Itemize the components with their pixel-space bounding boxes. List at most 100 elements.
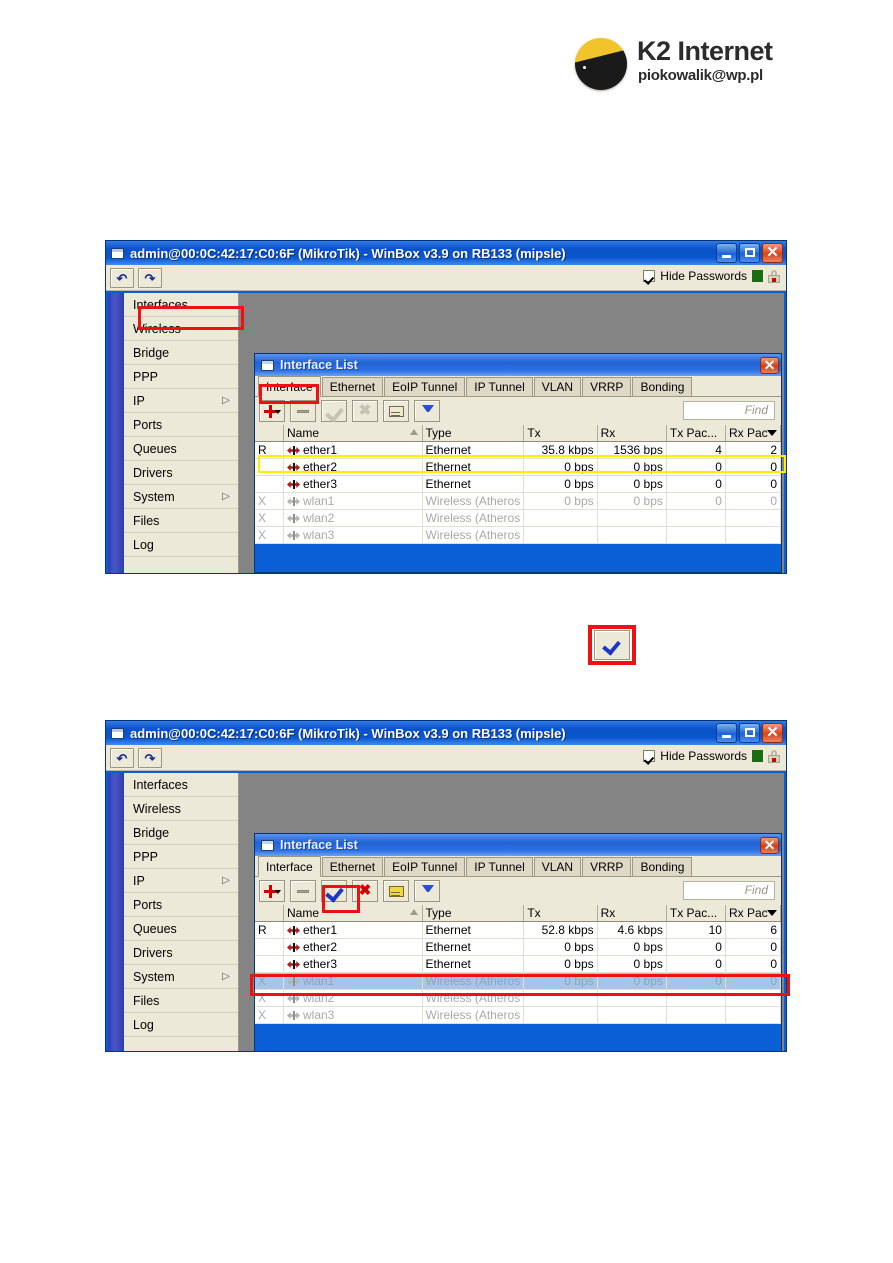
sidebar-item-drivers[interactable]: Drivers [124, 461, 238, 485]
hide-passwords-checkbox[interactable] [643, 270, 656, 282]
chevron-down-icon[interactable] [767, 910, 777, 916]
remove-interface-button[interactable] [290, 400, 316, 422]
sidebar-item-ppp[interactable]: PPP [124, 365, 238, 389]
sidebar-item-wireless[interactable]: Wireless [124, 797, 238, 821]
enable-interface-button[interactable] [321, 400, 347, 423]
sidebar-item-log[interactable]: Log [124, 1013, 238, 1037]
add-interface-button[interactable] [259, 880, 285, 902]
table-row[interactable]: X wlan1 Wireless (Atheros AR5... 0 bps 0… [255, 972, 782, 990]
tab-ethernet[interactable]: Ethernet [321, 857, 384, 876]
sidebar-item-bridge[interactable]: Bridge [124, 821, 238, 845]
tab-ip-tunnel[interactable]: IP Tunnel [466, 857, 533, 876]
add-interface-button[interactable] [259, 400, 285, 422]
sidebar-item-wireless[interactable]: Wireless [124, 317, 238, 341]
column-type[interactable]: Type [422, 425, 525, 442]
column-flag[interactable] [255, 425, 284, 442]
maximize-button[interactable] [739, 723, 760, 743]
enable-button[interactable] [594, 630, 630, 660]
chevron-down-icon[interactable] [767, 430, 777, 436]
column-tx[interactable]: Tx [523, 905, 598, 922]
table-row[interactable]: X wlan3 Wireless (Atheros AR5... [255, 526, 782, 544]
table-row[interactable]: X wlan2 Wireless (Atheros AR5... [255, 509, 782, 527]
interface-list-close-button[interactable]: ✕ [760, 356, 779, 374]
table-row[interactable]: X wlan1 Wireless (Atheros AR5... 0 bps 0… [255, 492, 782, 510]
table-row[interactable]: ether3 Ethernet 0 bps 0 bps 0 0 [255, 475, 782, 493]
sidebar-item-log[interactable]: Log [124, 533, 238, 557]
sidebar-item-ports[interactable]: Ports [124, 413, 238, 437]
tab-vlan[interactable]: VLAN [533, 857, 582, 876]
title-bar[interactable]: admin@00:0C:42:17:C0:6F (MikroTik) - Win… [106, 721, 786, 745]
tab-eoip-tunnel[interactable]: EoIP Tunnel [384, 857, 466, 876]
table-row[interactable]: R ether1 Ethernet 52.8 kbps 4.6 kbps 10 … [255, 921, 782, 939]
hide-passwords-group[interactable]: Hide Passwords [643, 749, 780, 763]
column-tx[interactable]: Tx [523, 425, 598, 442]
column-rx[interactable]: Rx [597, 905, 667, 922]
column-flag[interactable] [255, 905, 284, 922]
minimize-button[interactable] [716, 243, 737, 263]
hide-passwords-group[interactable]: Hide Passwords [643, 269, 780, 283]
sidebar-item-queues[interactable]: Queues [124, 917, 238, 941]
tab-bonding[interactable]: Bonding [632, 857, 693, 876]
tab-eoip-tunnel[interactable]: EoIP Tunnel [384, 377, 466, 396]
disable-interface-button[interactable]: ✖ [352, 400, 378, 422]
column-type[interactable]: Type [422, 905, 525, 922]
table-row[interactable]: ether3 Ethernet 0 bps 0 bps 0 0 [255, 955, 782, 973]
interface-list-title-bar[interactable]: Interface List ✕ [255, 834, 781, 856]
close-button[interactable]: ✕ [762, 723, 783, 743]
table-row[interactable]: X wlan3 Wireless (Atheros AR5... [255, 1006, 782, 1024]
tab-vlan[interactable]: VLAN [533, 377, 582, 396]
sidebar-item-system[interactable]: System ▷ [124, 965, 238, 989]
column-rx-packets[interactable]: Rx Pac [725, 905, 782, 922]
column-rx[interactable]: Rx [597, 425, 667, 442]
title-bar[interactable]: admin@00:0C:42:17:C0:6F (MikroTik) - Win… [106, 241, 786, 265]
sidebar-item-ip[interactable]: IP ▷ [124, 389, 238, 413]
maximize-button[interactable] [739, 243, 760, 263]
undo-button[interactable]: ↶ [110, 267, 134, 288]
tab-ethernet[interactable]: Ethernet [321, 377, 384, 396]
column-name[interactable]: Name [283, 905, 423, 922]
close-button[interactable]: ✕ [762, 243, 783, 263]
comment-button[interactable] [383, 880, 409, 902]
find-input[interactable]: Find [683, 881, 775, 900]
remove-interface-button[interactable] [290, 880, 316, 902]
redo-button[interactable]: ↷ [138, 267, 162, 288]
sidebar-item-bridge[interactable]: Bridge [124, 341, 238, 365]
sidebar-item-queues[interactable]: Queues [124, 437, 238, 461]
sidebar-item-ip[interactable]: IP ▷ [124, 869, 238, 893]
sidebar-item-interfaces[interactable]: Interfaces [124, 773, 238, 797]
table-row[interactable]: R ether1 Ethernet 35.8 kbps 1536 bps 4 2 [255, 441, 782, 459]
filter-button[interactable] [414, 880, 440, 902]
tab-vrrp[interactable]: VRRP [582, 377, 632, 396]
tab-interface[interactable]: Interface [258, 856, 321, 877]
hide-passwords-checkbox[interactable] [643, 750, 656, 762]
tab-interface[interactable]: Interface [258, 376, 321, 397]
cell-tx-packets [666, 1006, 726, 1024]
column-rx-packets[interactable]: Rx Pac [725, 425, 782, 442]
tab-bonding[interactable]: Bonding [632, 377, 693, 396]
sidebar-item-ppp[interactable]: PPP [124, 845, 238, 869]
sidebar-item-interfaces[interactable]: Interfaces [124, 293, 238, 317]
filter-button[interactable] [414, 400, 440, 422]
sidebar-item-ports[interactable]: Ports [124, 893, 238, 917]
table-row[interactable]: ether2 Ethernet 0 bps 0 bps 0 0 [255, 458, 782, 476]
enable-interface-button[interactable] [321, 880, 347, 903]
table-row[interactable]: X wlan2 Wireless (Atheros AR5... [255, 989, 782, 1007]
interface-list-title-bar[interactable]: Interface List ✕ [255, 354, 781, 376]
redo-button[interactable]: ↷ [138, 747, 162, 768]
sidebar-item-files[interactable]: Files [124, 509, 238, 533]
tab-ip-tunnel[interactable]: IP Tunnel [466, 377, 533, 396]
find-input[interactable]: Find [683, 401, 775, 420]
comment-button[interactable] [383, 400, 409, 422]
column-name[interactable]: Name [283, 425, 423, 442]
sidebar-item-system[interactable]: System ▷ [124, 485, 238, 509]
sidebar-item-drivers[interactable]: Drivers [124, 941, 238, 965]
sidebar-item-files[interactable]: Files [124, 989, 238, 1013]
disable-interface-button[interactable]: ✖ [352, 880, 378, 902]
column-tx-packets[interactable]: Tx Pac... [666, 425, 726, 442]
tab-vrrp[interactable]: VRRP [582, 857, 632, 876]
interface-list-close-button[interactable]: ✕ [760, 836, 779, 854]
minimize-button[interactable] [716, 723, 737, 743]
table-row[interactable]: ether2 Ethernet 0 bps 0 bps 0 0 [255, 938, 782, 956]
column-tx-packets[interactable]: Tx Pac... [666, 905, 726, 922]
undo-button[interactable]: ↶ [110, 747, 134, 768]
